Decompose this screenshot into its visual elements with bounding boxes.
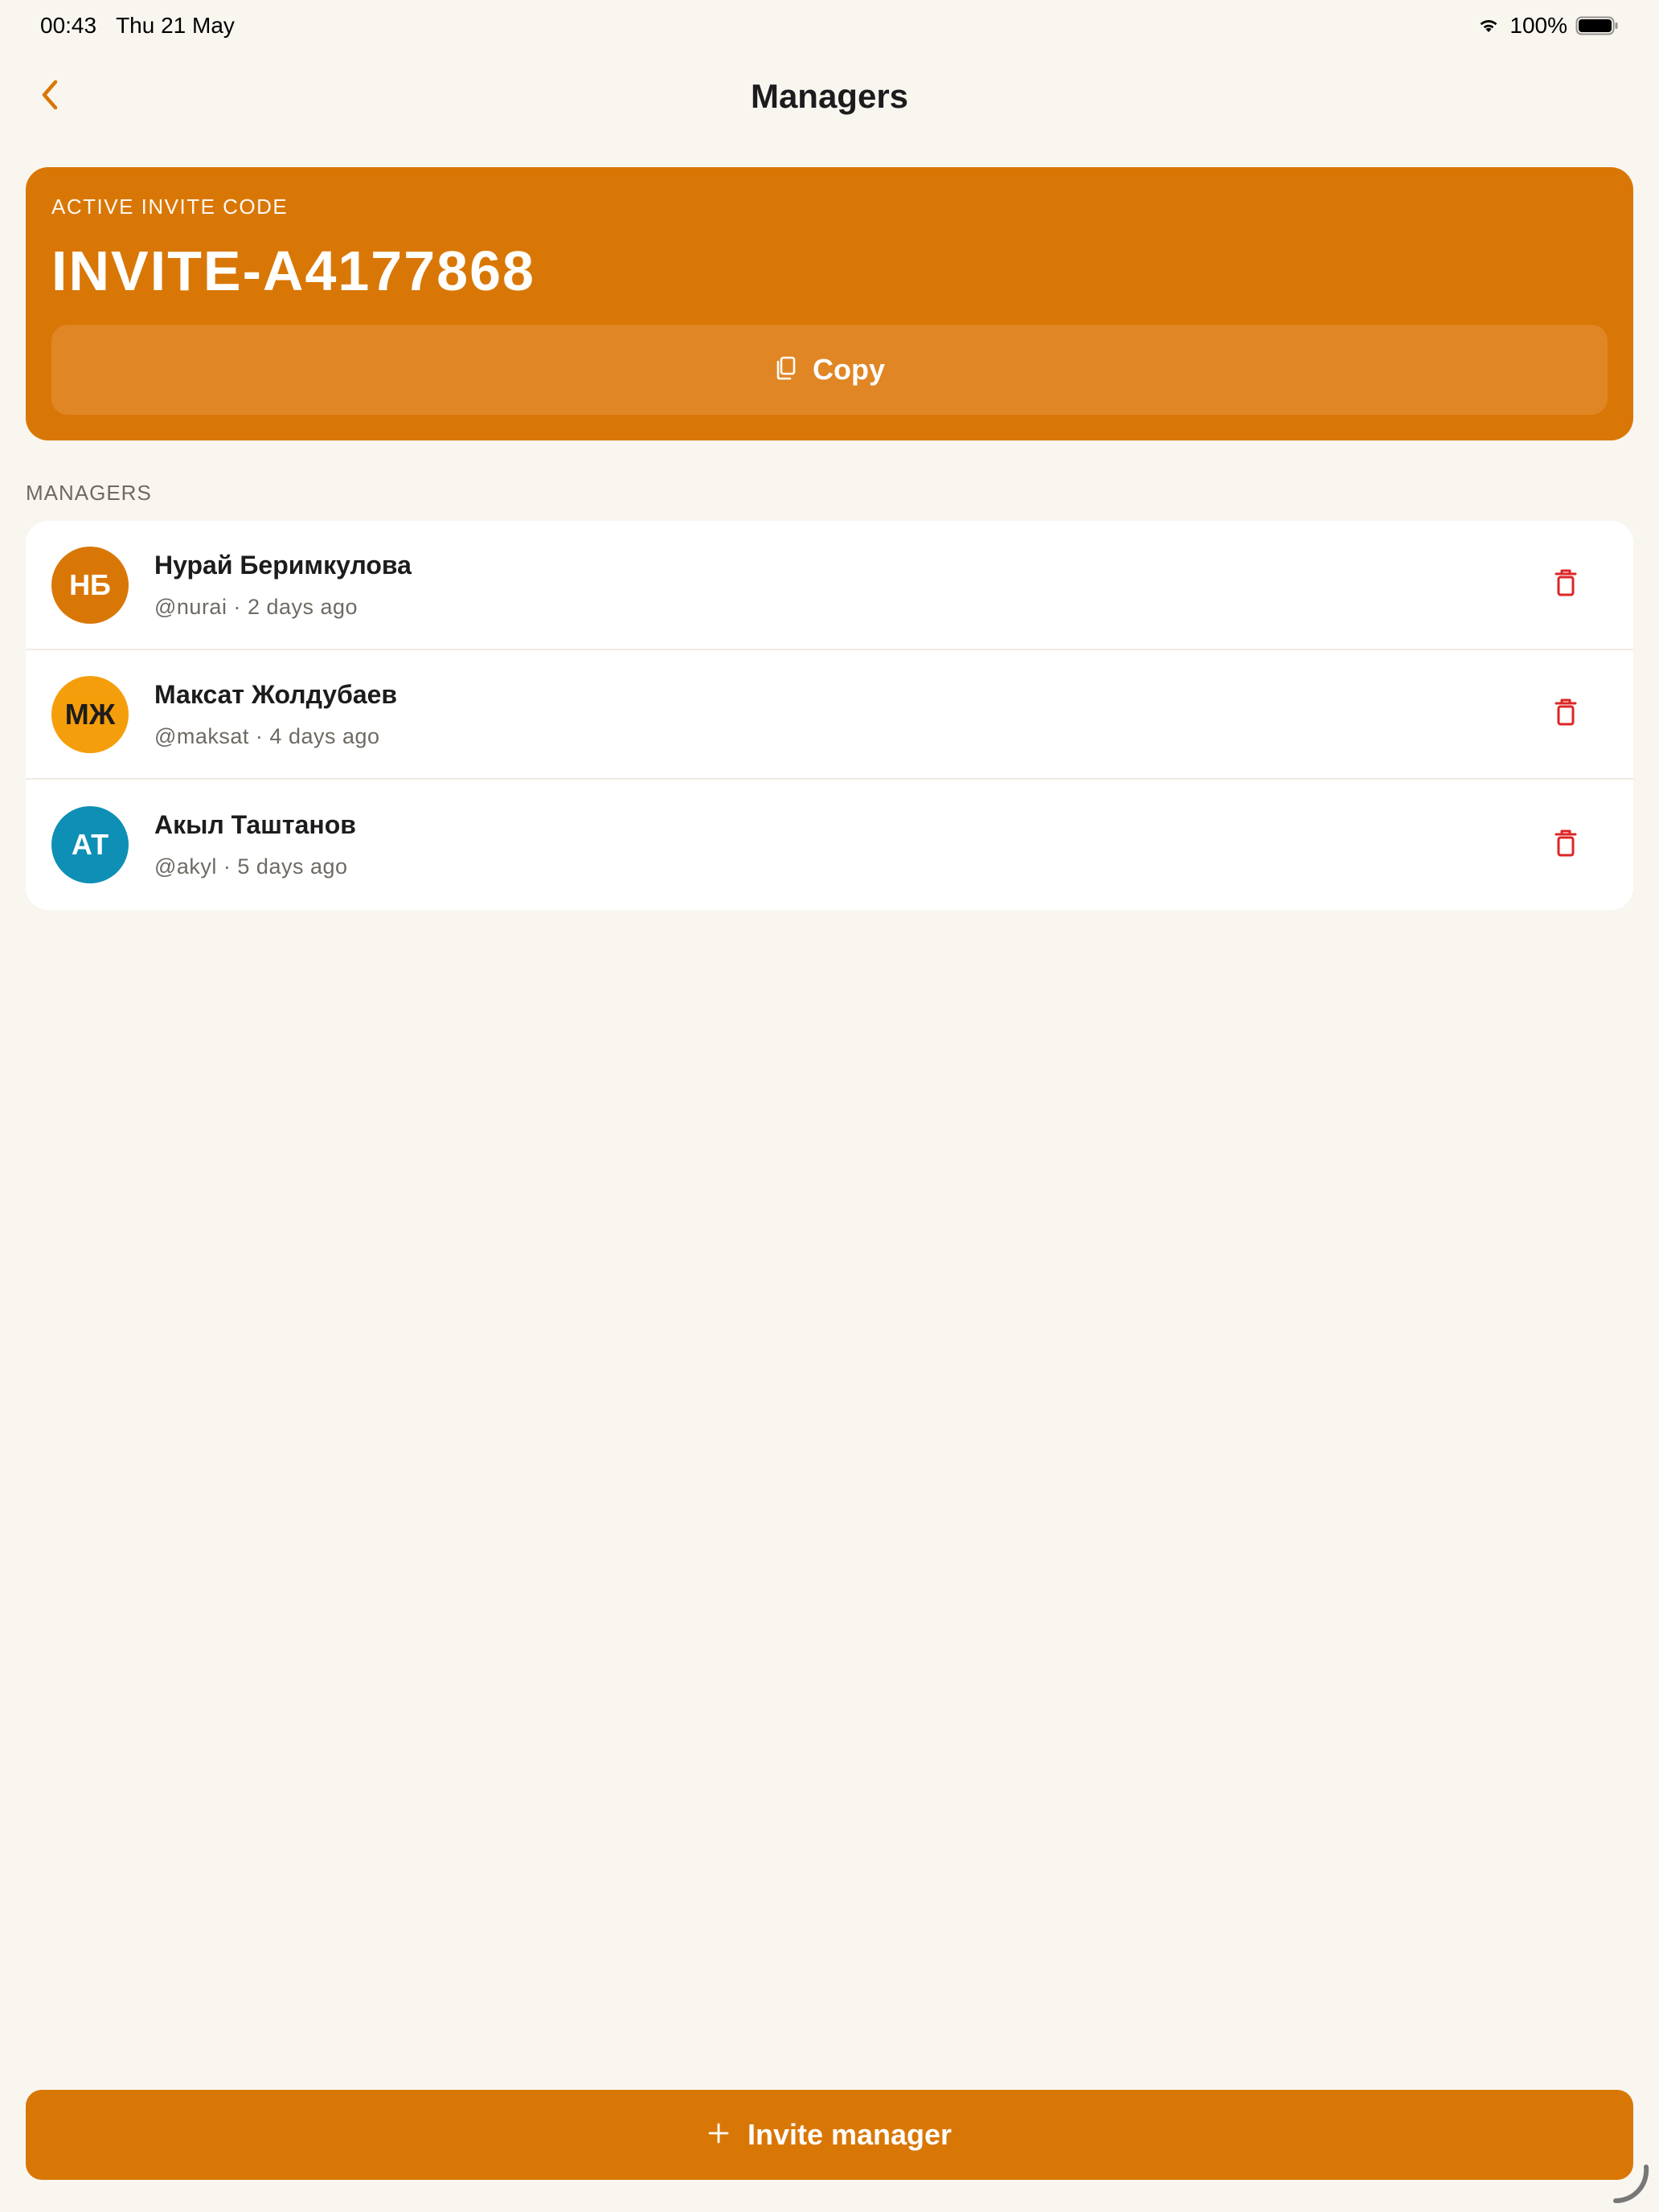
status-right: 100% [1476, 13, 1619, 39]
managers-list: НБ Нурай Беримкулова @nurai · 2 days ago… [26, 521, 1633, 910]
manager-row[interactable]: МЖ Максат Жолдубаев @maksat · 4 days ago [26, 650, 1633, 780]
manager-meta: @akyl · 5 days ago [154, 854, 348, 879]
corner-resize-handle[interactable] [1608, 2162, 1653, 2207]
trash-icon [1554, 828, 1578, 862]
manager-row[interactable]: АТ Акыл Таштанов @akyl · 5 days ago [26, 780, 1633, 910]
status-bar: 00:43 Thu 21 May 100% [0, 0, 1659, 51]
back-button[interactable] [27, 74, 72, 119]
invite-code-card: ACTIVE INVITE CODE INVITE-A4177868 Copy [26, 167, 1633, 440]
manager-name: Максат Жолдубаев [154, 679, 398, 709]
manager-meta: @nurai · 2 days ago [154, 594, 358, 619]
status-left: 00:43 Thu 21 May [40, 13, 235, 39]
manager-name: Нурай Беримкулова [154, 550, 412, 580]
invite-manager-button[interactable]: Invite manager [26, 2090, 1633, 2180]
status-date: Thu 21 May [116, 13, 235, 38]
invite-manager-label: Invite manager [747, 2118, 952, 2151]
manager-info: Максат Жолдубаев @maksat · 4 days ago [154, 680, 397, 749]
manager-row[interactable]: НБ Нурай Беримкулова @nurai · 2 days ago [26, 521, 1633, 650]
manager-name: Акыл Таштанов [154, 810, 356, 839]
copy-button[interactable]: Copy [51, 325, 1608, 415]
avatar: МЖ [51, 675, 129, 753]
trash-icon [1554, 567, 1578, 602]
battery-icon [1575, 15, 1619, 36]
delete-manager-button[interactable] [1543, 563, 1588, 608]
chevron-left-icon [38, 77, 62, 117]
invite-code-value: INVITE-A4177868 [51, 240, 535, 302]
delete-manager-button[interactable] [1543, 822, 1588, 867]
manager-info: Нурай Беримкулова @nurai · 2 days ago [154, 551, 412, 620]
invite-code-label: ACTIVE INVITE CODE [51, 195, 289, 219]
battery-percent: 100% [1509, 13, 1567, 38]
trash-icon [1554, 697, 1578, 731]
managers-screen: 00:43 Thu 21 May 100% Managers ACTIVE IN… [0, 0, 1659, 2212]
plus-icon [707, 2122, 730, 2149]
delete-manager-button[interactable] [1543, 692, 1588, 737]
manager-meta: @maksat · 4 days ago [154, 723, 380, 748]
copy-icon [774, 355, 798, 385]
wifi-icon [1476, 16, 1501, 35]
manager-info: Акыл Таштанов @akyl · 5 days ago [154, 810, 356, 879]
nav-bar: Managers [0, 58, 1659, 135]
avatar: НБ [51, 546, 129, 624]
copy-label: Copy [813, 353, 885, 386]
status-time: 00:43 [40, 13, 97, 38]
avatar: АТ [51, 806, 129, 883]
managers-section-header: MANAGERS [26, 481, 152, 505]
page-title: Managers [750, 77, 909, 115]
